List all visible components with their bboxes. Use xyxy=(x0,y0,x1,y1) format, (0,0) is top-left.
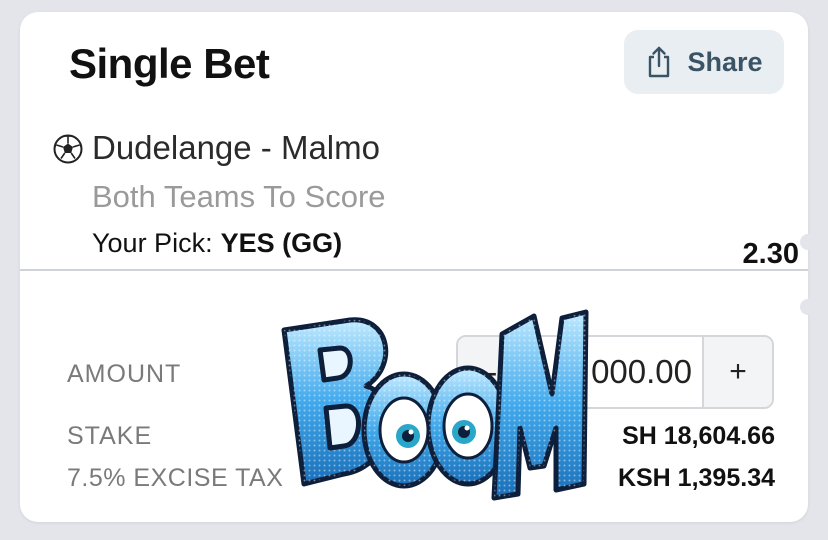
ticket-notch xyxy=(800,299,816,315)
page-title: Single Bet xyxy=(69,40,270,87)
share-label: Share xyxy=(687,46,763,77)
soccer-ball-icon xyxy=(53,134,83,164)
share-button[interactable]: Share xyxy=(624,30,784,94)
increase-amount-button[interactable]: + xyxy=(702,337,772,407)
ticket-notch xyxy=(800,234,816,250)
boom-sticker xyxy=(281,309,589,501)
match-name: Dudelange - Malmo xyxy=(92,129,380,166)
stake-label: STAKE xyxy=(67,422,153,450)
odds-value: 2.30 xyxy=(742,238,799,270)
excise-tax-value: KSH 1,395.34 xyxy=(617,464,775,492)
excise-tax-label: 7.5% EXCISE TAX xyxy=(67,464,284,492)
stake-value: SH 18,604.66 xyxy=(622,422,775,450)
pick-label: Your Pick: xyxy=(92,228,213,258)
share-icon xyxy=(649,46,670,78)
divider xyxy=(20,269,808,271)
your-pick: Your Pick: YES (GG) xyxy=(92,228,342,259)
amount-label: AMOUNT xyxy=(67,360,182,388)
market-name: Both Teams To Score xyxy=(92,179,386,214)
pick-value: YES (GG) xyxy=(220,228,343,258)
